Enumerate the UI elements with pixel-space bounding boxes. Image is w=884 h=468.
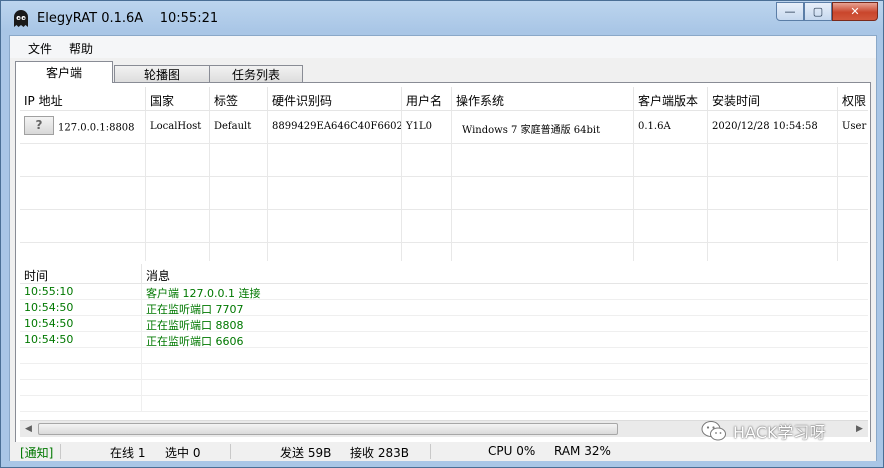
log-row[interactable]: 10:54:50 正在监听端口 6606 xyxy=(20,332,868,348)
client-tag: Default xyxy=(210,111,268,144)
client-install-time: 2020/12/28 10:54:58 xyxy=(708,111,838,144)
empty-row xyxy=(20,380,868,396)
client-permission: User xyxy=(842,121,867,132)
client-list[interactable]: IP 地址 国家 标签 硬件识别码 用户名 操作系统 客户端版本 安装时间 权限… xyxy=(20,87,868,261)
maximize-button[interactable]: ▢ xyxy=(804,2,832,21)
title-bar[interactable]: ElegyRAT 0.1.6A 10:55:21 — ▢ ✕ xyxy=(1,1,883,35)
watermark-text: HACK学习呀 xyxy=(733,423,826,442)
empty-row xyxy=(20,210,868,243)
client-os: Windows 7 家庭普通版 64bit xyxy=(452,111,634,144)
ghost-app-icon xyxy=(14,10,28,27)
log-message: 正在监听端口 7707 xyxy=(146,303,244,316)
status-received: 接收 283B xyxy=(350,446,409,460)
status-separator xyxy=(60,444,61,459)
log-row[interactable]: 10:54:50 正在监听端口 7707 xyxy=(20,300,868,316)
log-row[interactable]: 10:55:10 客户端 127.0.0.1 连接 xyxy=(20,284,868,300)
column-ip[interactable]: IP 地址 xyxy=(20,87,146,111)
scroll-right-icon[interactable]: ▶ xyxy=(851,421,868,437)
column-hwid[interactable]: 硬件识别码 xyxy=(268,87,402,111)
scrollbar-thumb[interactable] xyxy=(38,423,618,435)
clients-tab-panel: IP 地址 国家 标签 硬件识别码 用户名 操作系统 客户端版本 安装时间 权限… xyxy=(15,82,871,445)
log-row[interactable]: 10:54:50 正在监听端口 8808 xyxy=(20,316,868,332)
column-country[interactable]: 国家 xyxy=(146,87,210,111)
window-controls: — ▢ ✕ xyxy=(776,2,878,21)
menu-file[interactable]: 文件 xyxy=(10,36,65,58)
status-cpu: CPU 0% xyxy=(488,444,536,458)
window-client-area: 文件 帮助 客户端 轮播图 任务列表 IP 地址 国家 标签 硬件识别码 用户名… xyxy=(9,35,877,461)
column-install-time[interactable]: 安装时间 xyxy=(708,87,838,111)
empty-row xyxy=(20,348,868,364)
watermark: HACK学习呀 xyxy=(701,419,825,443)
status-selected: 选中 0 xyxy=(165,446,201,460)
column-tag[interactable]: 标签 xyxy=(210,87,268,111)
empty-row xyxy=(20,243,868,261)
status-online: 在线 1 xyxy=(110,446,146,460)
log-time: 10:54:50 xyxy=(20,300,142,315)
log-message: 正在监听端口 8808 xyxy=(146,319,244,332)
status-notice: [通知] xyxy=(20,446,54,460)
app-window: ElegyRAT 0.1.6A 10:55:21 — ▢ ✕ 文件 帮助 客户端… xyxy=(0,0,884,468)
window-title: ElegyRAT 0.1.6A 10:55:21 xyxy=(37,11,219,26)
client-ip: 127.0.0.1:8808 xyxy=(58,122,135,134)
log-time: 10:55:10 xyxy=(20,284,142,299)
window-clock: 10:55:21 xyxy=(159,11,219,26)
empty-row xyxy=(20,396,868,412)
log-message: 正在监听端口 6606 xyxy=(146,335,244,348)
unknown-flag-icon: ? xyxy=(24,116,54,135)
empty-row xyxy=(20,364,868,380)
client-hwid: 8899429EA646C40F6602 xyxy=(268,111,402,144)
menu-help[interactable]: 帮助 xyxy=(65,36,106,58)
status-sent: 发送 59B xyxy=(280,446,332,460)
tab-task-list[interactable]: 任务列表 xyxy=(209,65,303,83)
column-permission[interactable]: 权限 xyxy=(838,87,868,111)
client-list-header: IP 地址 国家 标签 硬件识别码 用户名 操作系统 客户端版本 安装时间 权限 xyxy=(20,87,868,111)
client-user: Y1L0 xyxy=(402,111,452,144)
status-separator xyxy=(430,444,431,459)
column-user[interactable]: 用户名 xyxy=(402,87,452,111)
log-message: 客户端 127.0.0.1 连接 xyxy=(146,287,261,300)
log-list-header: 时间 消息 xyxy=(20,264,868,284)
client-ip-cell: ? 127.0.0.1:8808 xyxy=(20,111,146,144)
empty-row xyxy=(20,177,868,210)
tab-carousel[interactable]: 轮播图 xyxy=(114,65,210,83)
scroll-left-icon[interactable]: ◀ xyxy=(20,421,37,437)
status-ram: RAM 32% xyxy=(554,444,611,458)
column-message[interactable]: 消息 xyxy=(142,264,868,283)
client-version: 0.1.6A xyxy=(634,111,708,144)
status-separator xyxy=(230,444,231,459)
tab-strip: 客户端 轮播图 任务列表 xyxy=(15,61,303,83)
tab-clients[interactable]: 客户端 xyxy=(15,61,113,83)
minimize-button[interactable]: — xyxy=(776,2,804,21)
log-time: 10:54:50 xyxy=(20,316,142,331)
close-button[interactable]: ✕ xyxy=(832,2,878,21)
menu-bar: 文件 帮助 xyxy=(10,36,876,58)
column-time[interactable]: 时间 xyxy=(20,264,142,283)
empty-row xyxy=(20,144,868,177)
client-row[interactable]: ? 127.0.0.1:8808 LocalHost Default 889942… xyxy=(20,111,868,144)
log-time: 10:54:50 xyxy=(20,332,142,347)
log-list[interactable]: 时间 消息 10:55:10 客户端 127.0.0.1 连接 10:54:50… xyxy=(20,264,868,419)
column-version[interactable]: 客户端版本 xyxy=(634,87,708,111)
client-country: LocalHost xyxy=(146,111,210,144)
status-bar: [通知] 在线 1 选中 0 发送 59B 接收 283B CPU 0% RAM… xyxy=(10,442,876,461)
column-os[interactable]: 操作系统 xyxy=(452,87,634,111)
wechat-icon xyxy=(701,421,726,441)
